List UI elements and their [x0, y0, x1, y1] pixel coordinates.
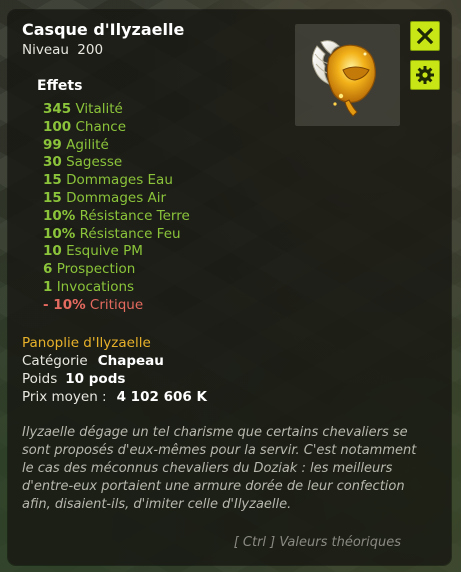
effect-value: 30	[43, 154, 62, 171]
effect-row: 345 Vitalité	[43, 101, 190, 119]
effect-row: 30 Sagesse	[43, 154, 190, 172]
item-image-frame	[295, 24, 400, 126]
item-level: Niveau 200	[22, 42, 103, 58]
effects-heading: Effets	[37, 78, 83, 94]
effect-row: 15 Dommages Eau	[43, 172, 190, 190]
effect-stat: Chance	[75, 118, 127, 135]
gear-icon	[416, 66, 434, 84]
effect-value: 1	[43, 278, 53, 295]
item-name: Casque d'Ilyzaelle	[22, 20, 185, 39]
level-label: Niveau	[22, 42, 69, 58]
effect-value: 15	[43, 189, 62, 206]
golden-helmet-icon	[311, 40, 376, 117]
effect-value: 345	[43, 101, 72, 117]
effect-value: 6	[43, 261, 53, 278]
effect-value: 100	[43, 118, 72, 135]
price-row: Prix moyen : 4 102 606 K	[22, 389, 207, 405]
effect-stat: Invocations	[56, 278, 135, 295]
effect-stat: Agilité	[66, 136, 109, 153]
effect-row: 15 Dommages Air	[43, 190, 190, 208]
effect-stat: Critique	[89, 296, 144, 313]
close-button[interactable]	[410, 21, 440, 51]
effect-value: 15	[43, 172, 62, 189]
price-label: Prix moyen :	[22, 389, 107, 405]
effect-stat: Dommages Eau	[66, 172, 173, 189]
price-value: 4 102 606 K	[116, 389, 207, 405]
settings-button[interactable]	[410, 60, 440, 90]
item-description: Ilyzaelle dégage un tel charisme que cer…	[22, 425, 417, 512]
effect-row-negative: - 10% Critique	[43, 297, 190, 315]
close-icon	[416, 27, 434, 45]
effect-stat: Résistance Feu	[79, 225, 181, 242]
effect-row: 10 Esquive PM	[43, 243, 190, 261]
effect-stat: Résistance Terre	[79, 207, 190, 224]
item-set-link[interactable]: Panoplie d'Ilyzaelle	[22, 335, 151, 351]
effect-stat: Dommages Air	[66, 189, 167, 206]
weight-value: 10 pods	[65, 371, 126, 387]
effect-value: 99	[43, 136, 62, 153]
effect-value: 10%	[43, 225, 76, 242]
effects-list: 345 Vitalité 100 Chance 99 Agilité 30 Sa…	[43, 101, 190, 315]
effect-stat: Esquive PM	[66, 243, 143, 260]
category-value: Chapeau	[97, 353, 164, 369]
category-label: Catégorie	[22, 353, 88, 369]
category-row: Catégorie Chapeau	[22, 353, 164, 369]
effect-row: 100 Chance	[43, 119, 190, 137]
weight-label: Poids	[22, 371, 58, 387]
effect-row: 1 Invocations	[43, 279, 190, 297]
effect-row: 99 Agilité	[43, 137, 190, 155]
weight-row: Poids 10 pods	[22, 371, 125, 387]
effect-value: 10	[43, 243, 62, 260]
effect-stat: Vitalité	[75, 101, 123, 117]
effect-row: 10% Résistance Terre	[43, 208, 190, 226]
effect-value: 10%	[43, 207, 76, 224]
effect-row: 6 Prospection	[43, 261, 190, 279]
effect-value: - 10%	[43, 296, 86, 313]
theoretical-values-hint: [ Ctrl ] Valeurs théoriques	[233, 535, 401, 550]
level-value: 200	[77, 42, 104, 58]
effect-stat: Sagesse	[66, 154, 123, 171]
effect-stat: Prospection	[56, 261, 136, 278]
effect-row: 10% Résistance Feu	[43, 226, 190, 244]
